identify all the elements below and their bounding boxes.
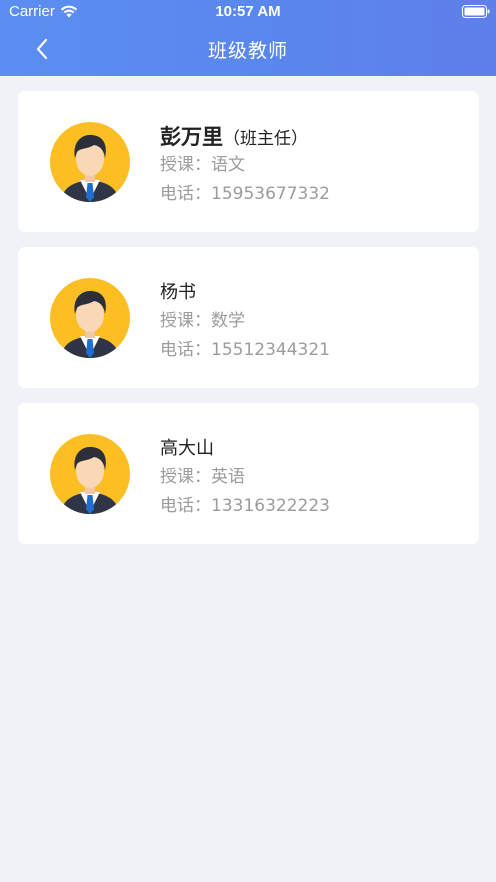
phone-label: 电话： bbox=[160, 340, 211, 360]
header: Carrier 10:57 AM 班级教师 bbox=[0, 0, 496, 76]
battery-icon bbox=[462, 5, 490, 18]
phone-value[interactable]: 13316322223 bbox=[211, 496, 330, 516]
subject-row: 授课：语文 bbox=[160, 151, 330, 180]
subject-row: 授课：数学 bbox=[160, 307, 330, 336]
page-title: 班级教师 bbox=[207, 40, 288, 62]
teacher-name: 高大山 bbox=[160, 438, 214, 459]
subject-label: 授课： bbox=[160, 155, 211, 175]
teacher-info: 彭万里（班主任） 授课：语文 电话：15953677332 bbox=[160, 123, 330, 209]
phone-value[interactable]: 15953677332 bbox=[211, 184, 330, 204]
teacher-name: 杨书 bbox=[160, 282, 196, 303]
phone-label: 电话： bbox=[160, 496, 211, 516]
subject-value: 语文 bbox=[211, 155, 245, 175]
avatar bbox=[50, 434, 130, 514]
subject-value: 英语 bbox=[211, 467, 245, 487]
teacher-card[interactable]: 杨书 授课：数学 电话：15512344321 bbox=[18, 247, 479, 388]
phone-label: 电话： bbox=[160, 184, 211, 204]
teacher-list: 彭万里（班主任） 授课：语文 电话：15953677332 杨书 授课：数学 电… bbox=[18, 91, 479, 559]
teacher-info: 高大山 授课：英语 电话：13316322223 bbox=[160, 435, 330, 521]
avatar bbox=[50, 278, 130, 358]
phone-row[interactable]: 电话：15953677332 bbox=[160, 180, 330, 209]
phone-value[interactable]: 15512344321 bbox=[211, 340, 330, 360]
phone-row[interactable]: 电话：13316322223 bbox=[160, 492, 330, 521]
teacher-role: （班主任） bbox=[223, 129, 308, 149]
subject-row: 授课：英语 bbox=[160, 463, 330, 492]
teacher-name: 彭万里 bbox=[160, 125, 223, 149]
status-bar: Carrier 10:57 AM bbox=[0, 0, 496, 24]
teacher-card[interactable]: 彭万里（班主任） 授课：语文 电话：15953677332 bbox=[18, 91, 479, 232]
avatar bbox=[50, 122, 130, 202]
subject-label: 授课： bbox=[160, 467, 211, 487]
subject-label: 授课： bbox=[160, 311, 211, 331]
teacher-info: 杨书 授课：数学 电话：15512344321 bbox=[160, 279, 330, 365]
status-time: 10:57 AM bbox=[215, 3, 281, 20]
teacher-card[interactable]: 高大山 授课：英语 电话：13316322223 bbox=[18, 403, 479, 544]
phone-row[interactable]: 电话：15512344321 bbox=[160, 336, 330, 365]
subject-value: 数学 bbox=[211, 311, 245, 331]
